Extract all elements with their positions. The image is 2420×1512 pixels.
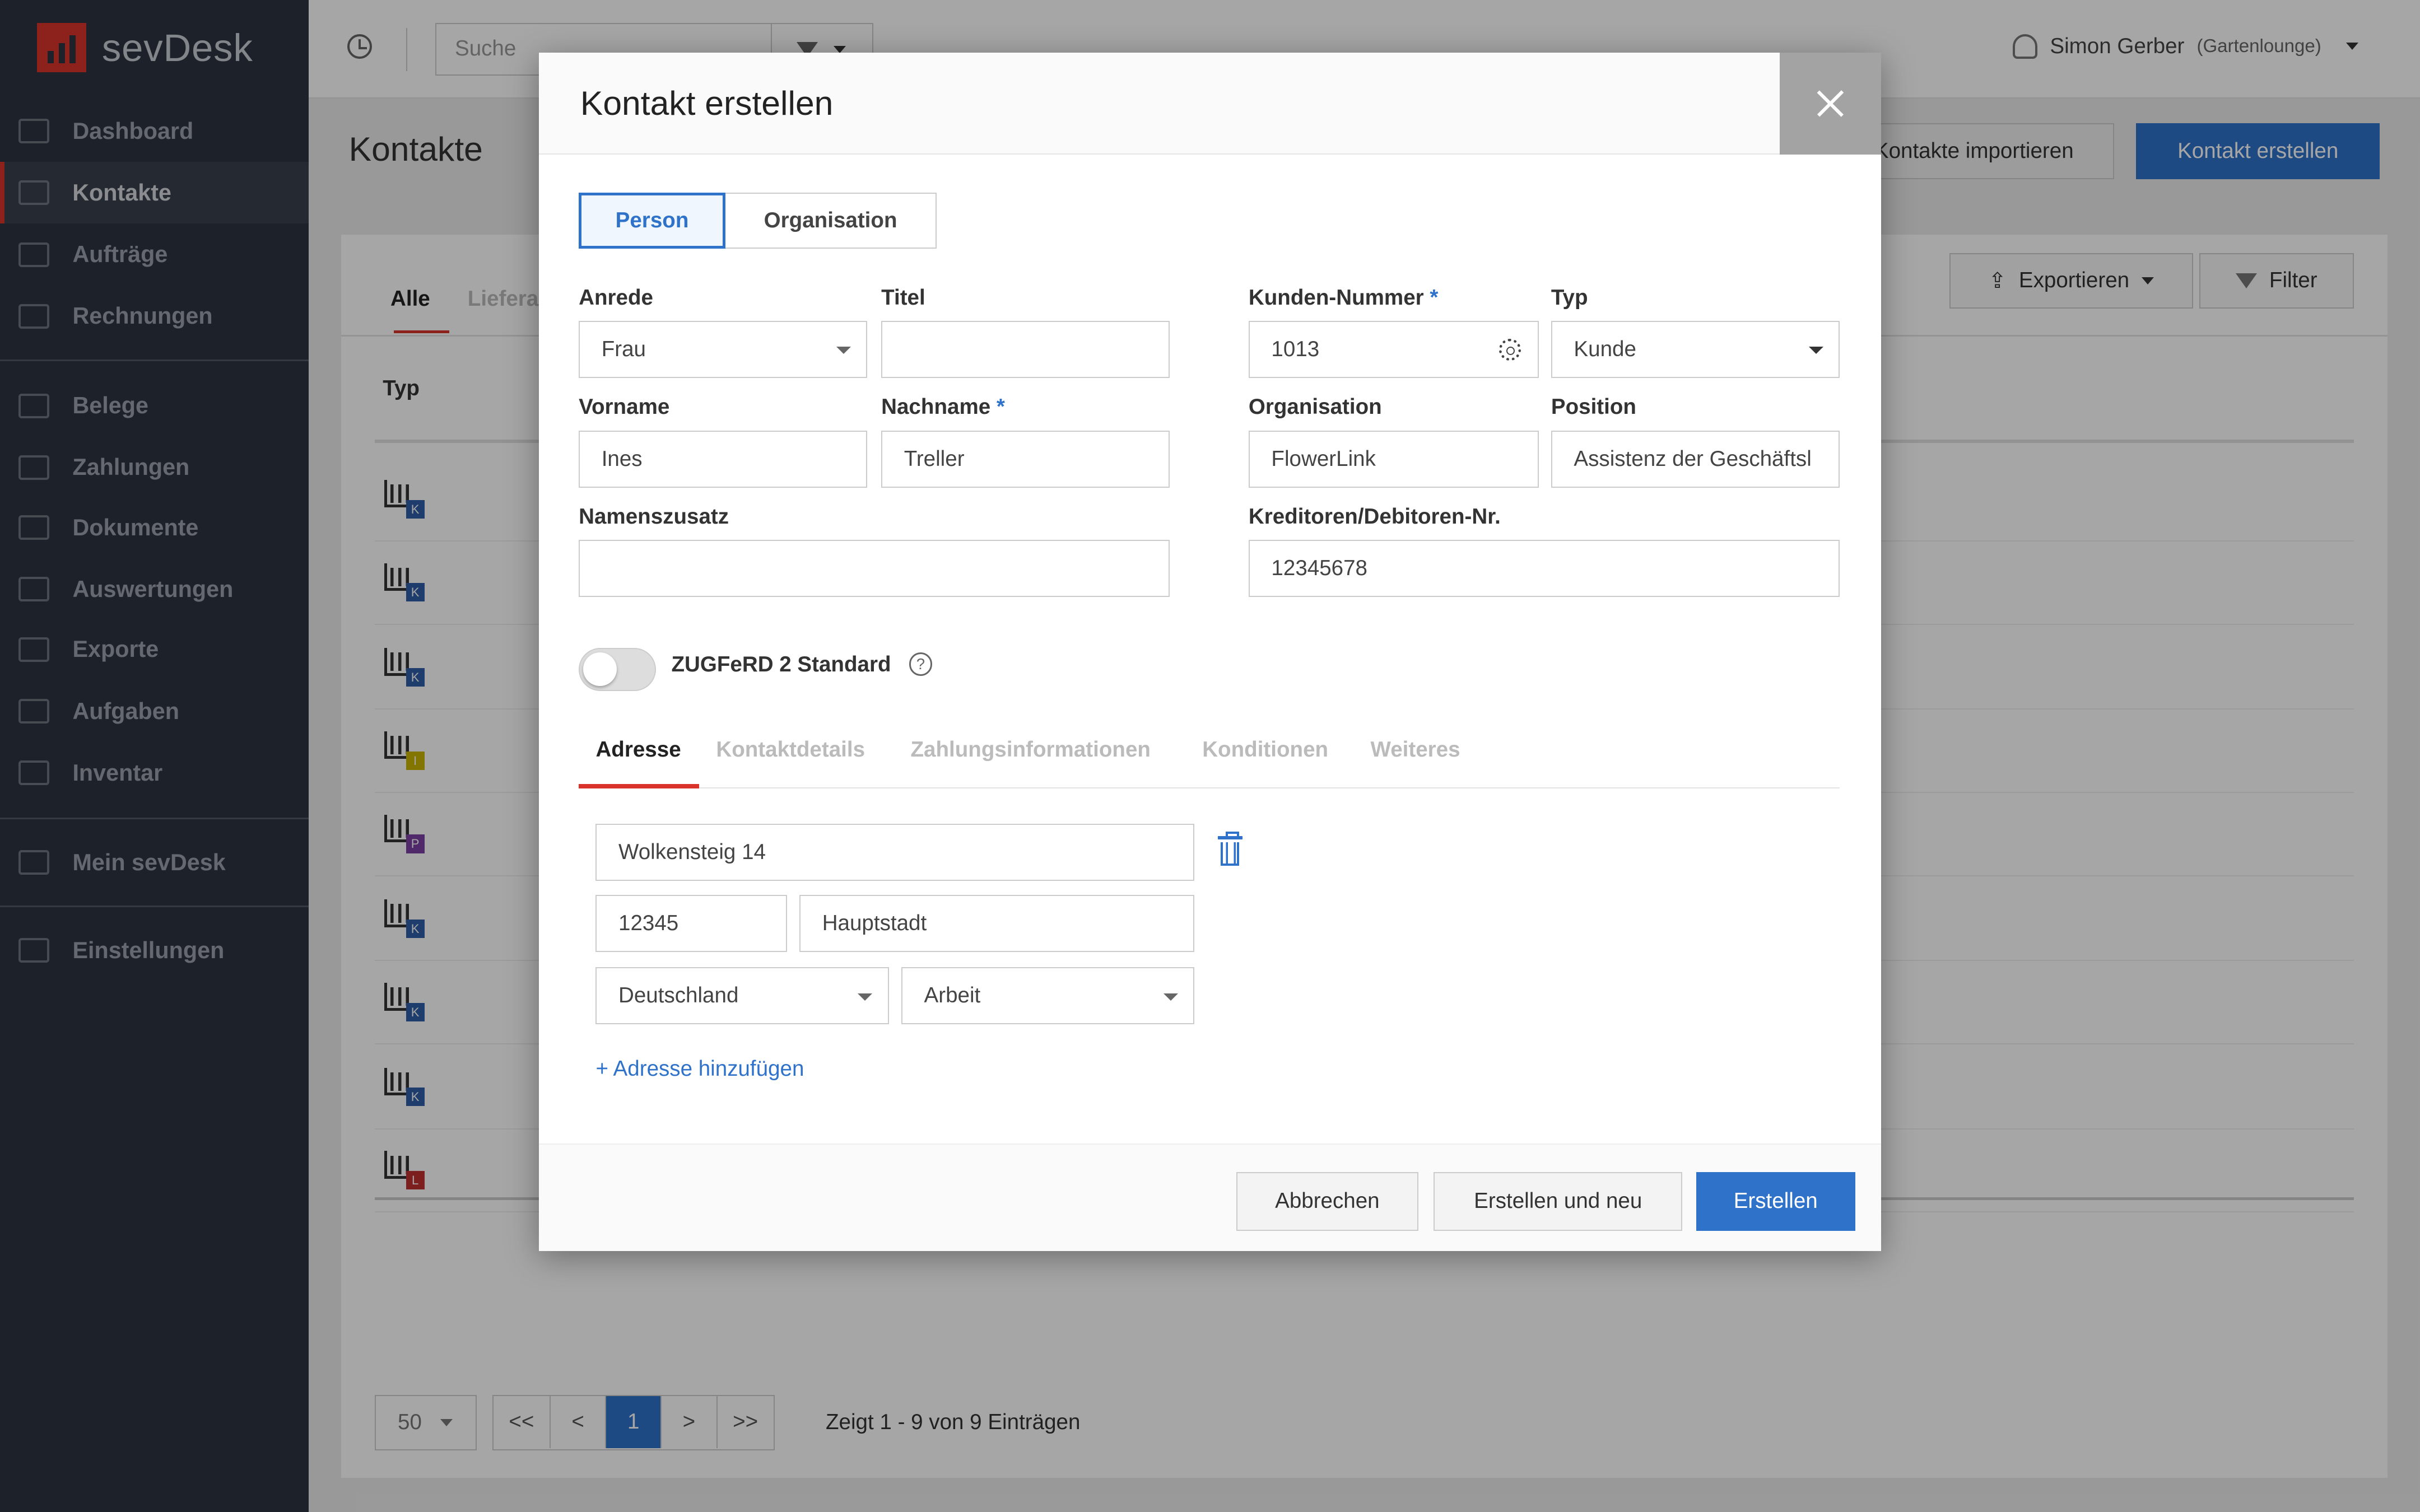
tab-konditionen[interactable]: Konditionen [1202, 738, 1328, 762]
modal-header: Kontakt erstellen [538, 52, 1882, 155]
kundennummer-value: 1013 [1271, 337, 1320, 362]
titel-label: Titel [881, 285, 925, 310]
city-input[interactable]: Hauptstadt [799, 894, 1195, 952]
kundennummer-input[interactable]: 1013 [1248, 321, 1539, 378]
cancel-button[interactable]: Abbrechen [1236, 1172, 1418, 1231]
country-select[interactable]: Deutschland [595, 967, 889, 1025]
seg-organisation[interactable]: Organisation [725, 193, 937, 249]
modal-title: Kontakt erstellen [580, 83, 834, 122]
nachname-label-text: Nachname [881, 395, 991, 419]
nachname-label: Nachname * [881, 395, 1005, 419]
vorname-input[interactable]: Ines [579, 430, 868, 488]
organisation-label: Organisation [1248, 395, 1382, 419]
required-mark: * [1430, 285, 1439, 310]
address-category-value: Arbeit [924, 983, 981, 1008]
tab-zahlungsinformationen[interactable]: Zahlungsinformationen [910, 738, 1150, 762]
organisation-input[interactable]: FlowerLink [1248, 430, 1539, 488]
modal-footer: Abbrechen Erstellen und neu Erstellen [538, 1143, 1882, 1252]
tab-kontaktdetails[interactable]: Kontaktdetails [716, 738, 865, 762]
create-button[interactable]: Erstellen [1696, 1172, 1855, 1231]
chevron-down-icon [836, 347, 851, 354]
position-input[interactable]: Assistenz der Geschäftsl [1551, 430, 1840, 488]
street-input[interactable]: Wolkensteig 14 [595, 824, 1195, 881]
tab-active-indicator [579, 783, 700, 788]
seg-person[interactable]: Person [579, 193, 725, 249]
country-value: Deutschland [618, 983, 739, 1008]
anrede-select[interactable]: Frau [579, 321, 868, 378]
typ-select[interactable]: Kunde [1551, 321, 1840, 378]
tab-adresse[interactable]: Adresse [595, 738, 681, 762]
create-and-new-button[interactable]: Erstellen und neu [1434, 1172, 1683, 1231]
chevron-down-icon [858, 993, 873, 1001]
nachname-input[interactable]: Treller [881, 430, 1170, 488]
kreditoren-label: Kreditoren/Debitoren-Nr. [1248, 504, 1501, 529]
chevron-down-icon [1808, 347, 1823, 354]
kundennummer-label-text: Kunden-Nummer [1248, 285, 1424, 310]
zip-input[interactable]: 12345 [595, 894, 788, 952]
namenszusatz-label: Namenszusatz [579, 504, 729, 529]
anrede-value: Frau [601, 337, 646, 362]
trash-icon[interactable] [1217, 832, 1242, 867]
close-icon[interactable] [1779, 52, 1882, 155]
vorname-label: Vorname [579, 395, 670, 419]
zugferd-toggle[interactable] [579, 648, 656, 692]
kreditoren-input[interactable]: 12345678 [1248, 540, 1840, 598]
position-label: Position [1551, 395, 1636, 419]
contact-kind-toggle: Person Organisation [579, 193, 937, 249]
help-icon[interactable]: ? [909, 652, 933, 676]
chevron-down-icon [1163, 993, 1178, 1001]
add-address-link[interactable]: + Adresse hinzufügen [595, 1057, 804, 1081]
gear-icon[interactable] [1498, 339, 1521, 361]
required-mark: * [996, 395, 1005, 419]
typ-label: Typ [1551, 285, 1588, 310]
tab-weiteres[interactable]: Weiteres [1371, 738, 1460, 762]
zugferd-label: ZUGFeRD 2 Standard [671, 652, 891, 677]
titel-input[interactable] [881, 321, 1170, 378]
create-contact-modal: Kontakt erstellen Person Organisation An… [538, 52, 1882, 1252]
typ-value: Kunde [1574, 337, 1636, 362]
namenszusatz-input[interactable] [579, 540, 1170, 598]
detail-tabs: Adresse Kontaktdetails Zahlungsinformati… [579, 738, 1840, 788]
kundennummer-label: Kunden-Nummer * [1249, 286, 1439, 310]
address-category-select[interactable]: Arbeit [901, 967, 1195, 1025]
anrede-label: Anrede [579, 285, 654, 310]
